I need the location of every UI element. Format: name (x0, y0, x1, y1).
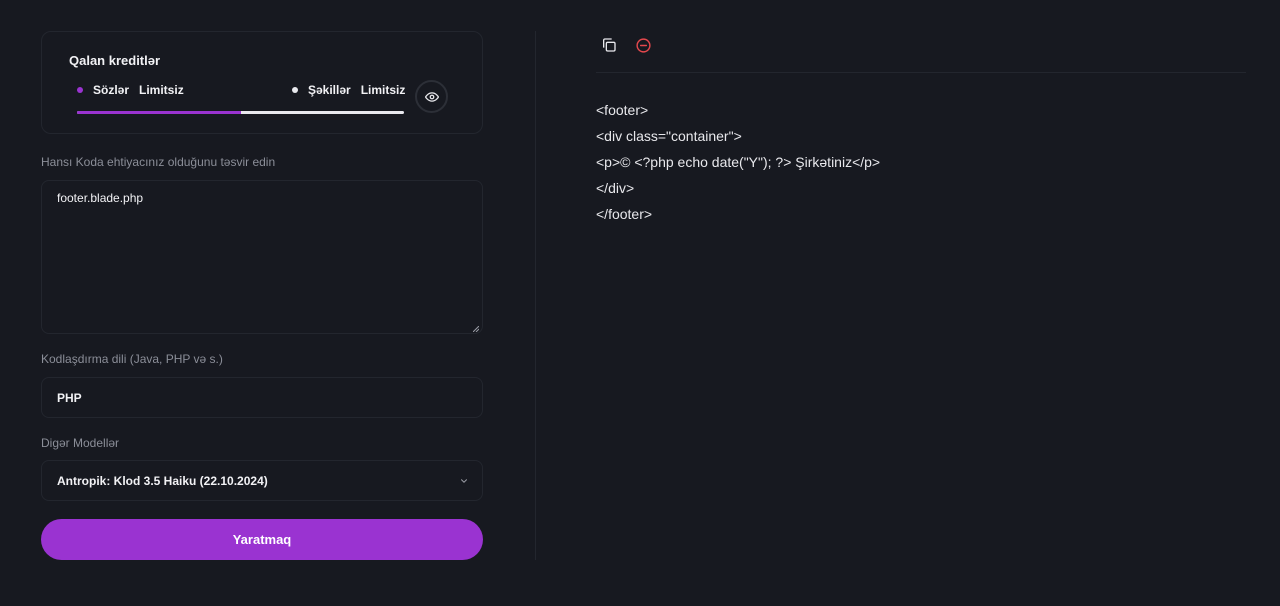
model-select-value: Antropik: Klod 3.5 Haiku (22.10.2024) (57, 473, 268, 488)
code-line: </div> (596, 180, 635, 196)
images-value: Limitsiz (360, 83, 406, 97)
toolbar-divider (596, 72, 1246, 73)
credits-progress-bar (77, 111, 404, 114)
minus-circle-icon (635, 37, 651, 53)
credits-title: Qalan kreditlər (69, 53, 161, 68)
images-dot (292, 87, 298, 93)
copy-icon (603, 38, 616, 52)
code-generator-page: Qalan kreditlər Sözlər Limitsiz Şəkillər… (0, 0, 1280, 606)
generator-form-panel: Qalan kreditlər Sözlər Limitsiz Şəkillər… (41, 31, 483, 560)
code-line: </footer> (596, 206, 653, 222)
code-line: <footer> (596, 102, 649, 118)
code-line: <p>© <?php echo date("Y"); ?> Şirkətiniz… (596, 154, 881, 170)
clear-button[interactable] (634, 36, 652, 54)
generate-button[interactable]: Yaratmaq (41, 519, 483, 560)
credits-progress-fill (77, 111, 241, 114)
language-input[interactable] (41, 377, 483, 418)
words-value: Limitsiz (139, 83, 184, 97)
code-output: <footer> <div class="container"> <p>© <?… (596, 97, 880, 227)
column-divider (535, 31, 536, 560)
description-textarea[interactable]: footer.blade.php (41, 180, 483, 334)
eye-icon (424, 91, 439, 102)
words-label: Sözlər (93, 83, 130, 97)
images-label: Şəkillər (308, 83, 351, 97)
description-label: Hansı Koda ehtiyacınız olduğunu təsvir e… (41, 155, 276, 169)
credits-card: Qalan kreditlər Sözlər Limitsiz Şəkillər… (41, 31, 483, 134)
copy-button[interactable] (600, 36, 618, 54)
words-dot (77, 87, 83, 93)
chevron-down-icon (461, 479, 467, 483)
output-toolbar (600, 36, 652, 54)
credit-words: Sözlər Limitsiz (77, 83, 184, 97)
model-label: Digər Modellər (41, 436, 120, 450)
toggle-visibility-button[interactable] (415, 80, 448, 113)
credit-images: Şəkillər Limitsiz (292, 83, 405, 97)
model-select[interactable]: Antropik: Klod 3.5 Haiku (22.10.2024) (41, 460, 483, 501)
code-line: <div class="container"> (596, 128, 742, 144)
language-label: Kodlaşdırma dili (Java, PHP və s.) (41, 352, 223, 366)
resize-handle-icon[interactable] (473, 326, 479, 332)
